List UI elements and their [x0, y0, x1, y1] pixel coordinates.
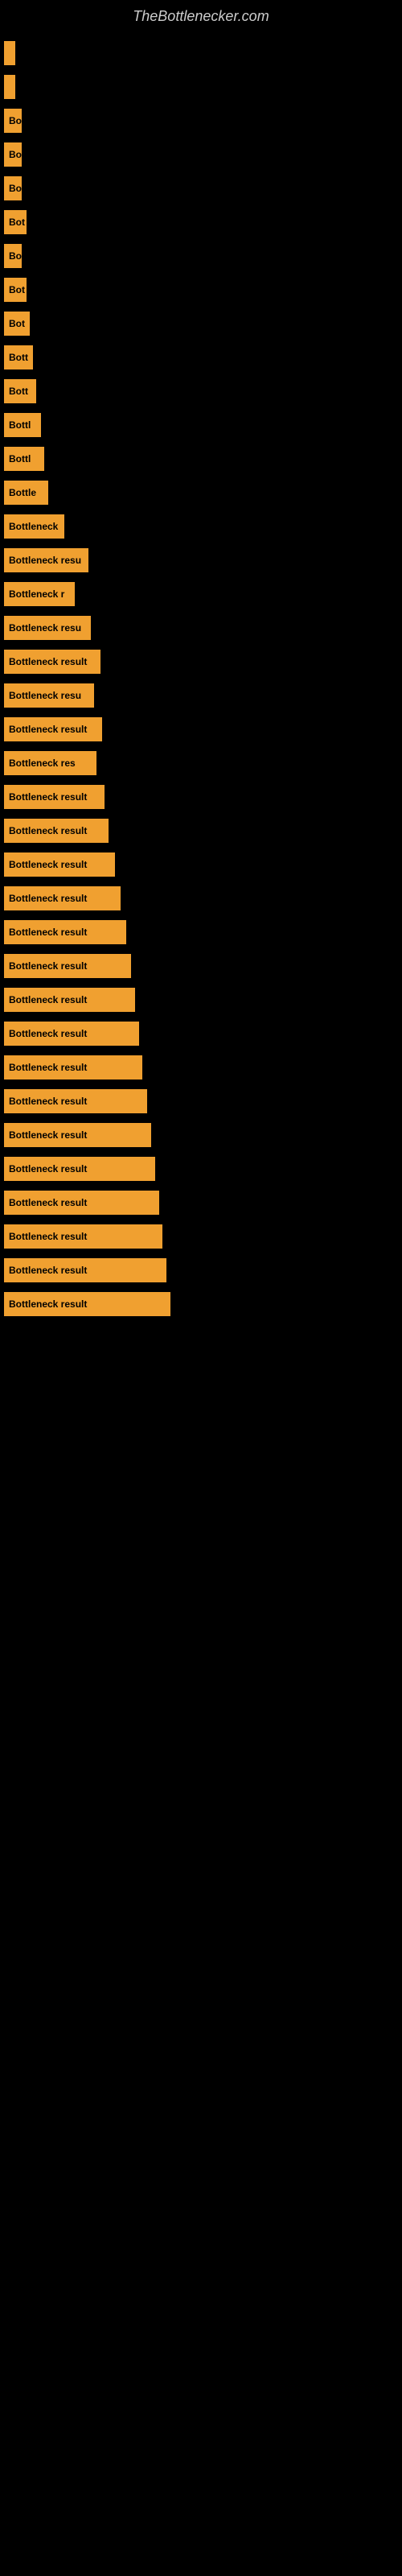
bar-item: Bottleneck — [4, 514, 64, 539]
bar-row: Bottleneck result — [0, 1022, 402, 1046]
bar-row: Bott — [0, 345, 402, 369]
bar-row: Bottleneck resu — [0, 616, 402, 640]
bar-row: Bottleneck result — [0, 650, 402, 674]
bar-row: Bottleneck result — [0, 1055, 402, 1080]
bar-item: Bottleneck result — [4, 1123, 151, 1147]
bar-row: Bottleneck r — [0, 582, 402, 606]
bar-row: Bottleneck res — [0, 751, 402, 775]
bar-item: Bot — [4, 278, 27, 302]
bar-item: Bottleneck result — [4, 785, 105, 809]
bar-row: Bottleneck result — [0, 920, 402, 944]
bar-item: Bottl — [4, 413, 41, 437]
bar-row: Bottleneck result — [0, 886, 402, 910]
bar-row — [0, 41, 402, 65]
bar-item: Bottle — [4, 481, 48, 505]
bar-item: Bo — [4, 142, 22, 167]
bar-item: Bo — [4, 244, 22, 268]
bar-item: Bot — [4, 312, 30, 336]
bar-item: Bottleneck res — [4, 751, 96, 775]
bar-row: Bottleneck result — [0, 1224, 402, 1249]
bar-row: Bot — [0, 312, 402, 336]
bar-row: Bottleneck result — [0, 785, 402, 809]
bar-row: Bottleneck result — [0, 852, 402, 877]
bar-row: Bottleneck result — [0, 988, 402, 1012]
bar-item: Bot — [4, 210, 27, 234]
bar-item: Bo — [4, 176, 22, 200]
bar-item: Bottleneck result — [4, 954, 131, 978]
bar-item: Bottleneck result — [4, 1191, 159, 1215]
bar-item: Bottleneck result — [4, 819, 109, 843]
bar-row: Bottleneck result — [0, 819, 402, 843]
bar-row: Bottle — [0, 481, 402, 505]
bar-item: Bottleneck result — [4, 1022, 139, 1046]
bar-row: Bottleneck result — [0, 1157, 402, 1181]
bar-item: Bottleneck result — [4, 852, 115, 877]
bar-item: Bottleneck result — [4, 1258, 166, 1282]
bar-row: Bottl — [0, 447, 402, 471]
bar-item: Bottleneck r — [4, 582, 75, 606]
bar-row: Bottleneck result — [0, 1123, 402, 1147]
bar-item: Bo — [4, 109, 22, 133]
bar-item: Bottleneck result — [4, 1292, 170, 1316]
bar-row: Bottl — [0, 413, 402, 437]
bar-row — [0, 75, 402, 99]
bar-item: Bottl — [4, 447, 44, 471]
bar-row: Bottleneck result — [0, 954, 402, 978]
bar-row: Bo — [0, 109, 402, 133]
bar-item: Bottleneck result — [4, 920, 126, 944]
bar-row: Bo — [0, 142, 402, 167]
bar-item: Bottleneck result — [4, 988, 135, 1012]
bar-row: Bottleneck result — [0, 1089, 402, 1113]
bar-row: Bottleneck — [0, 514, 402, 539]
bar-item: Bott — [4, 345, 33, 369]
bar-item: Bottleneck result — [4, 1089, 147, 1113]
bar-item: Bottleneck result — [4, 886, 121, 910]
bar-item — [4, 75, 15, 99]
bar-item: Bottleneck result — [4, 1055, 142, 1080]
bar-item: Bottleneck result — [4, 1157, 155, 1181]
bar-item: Bottleneck result — [4, 650, 100, 674]
bar-row: Bottleneck result — [0, 1292, 402, 1316]
bar-row: Bottleneck result — [0, 717, 402, 741]
bar-item: Bottleneck result — [4, 717, 102, 741]
page-title: TheBottlenecker.com — [0, 0, 402, 41]
bar-item: Bottleneck resu — [4, 616, 91, 640]
bar-row: Bottleneck resu — [0, 683, 402, 708]
bar-item: Bott — [4, 379, 36, 403]
bar-row: Bottleneck resu — [0, 548, 402, 572]
bar-row: Bott — [0, 379, 402, 403]
bar-row: Bot — [0, 278, 402, 302]
bar-row: Bot — [0, 210, 402, 234]
bar-item: Bottleneck resu — [4, 548, 88, 572]
bar-item: Bottleneck resu — [4, 683, 94, 708]
bar-row: Bottleneck result — [0, 1191, 402, 1215]
bar-item — [4, 41, 15, 65]
bar-row: Bottleneck result — [0, 1258, 402, 1282]
bar-item: Bottleneck result — [4, 1224, 162, 1249]
bar-row: Bo — [0, 244, 402, 268]
bar-row: Bo — [0, 176, 402, 200]
